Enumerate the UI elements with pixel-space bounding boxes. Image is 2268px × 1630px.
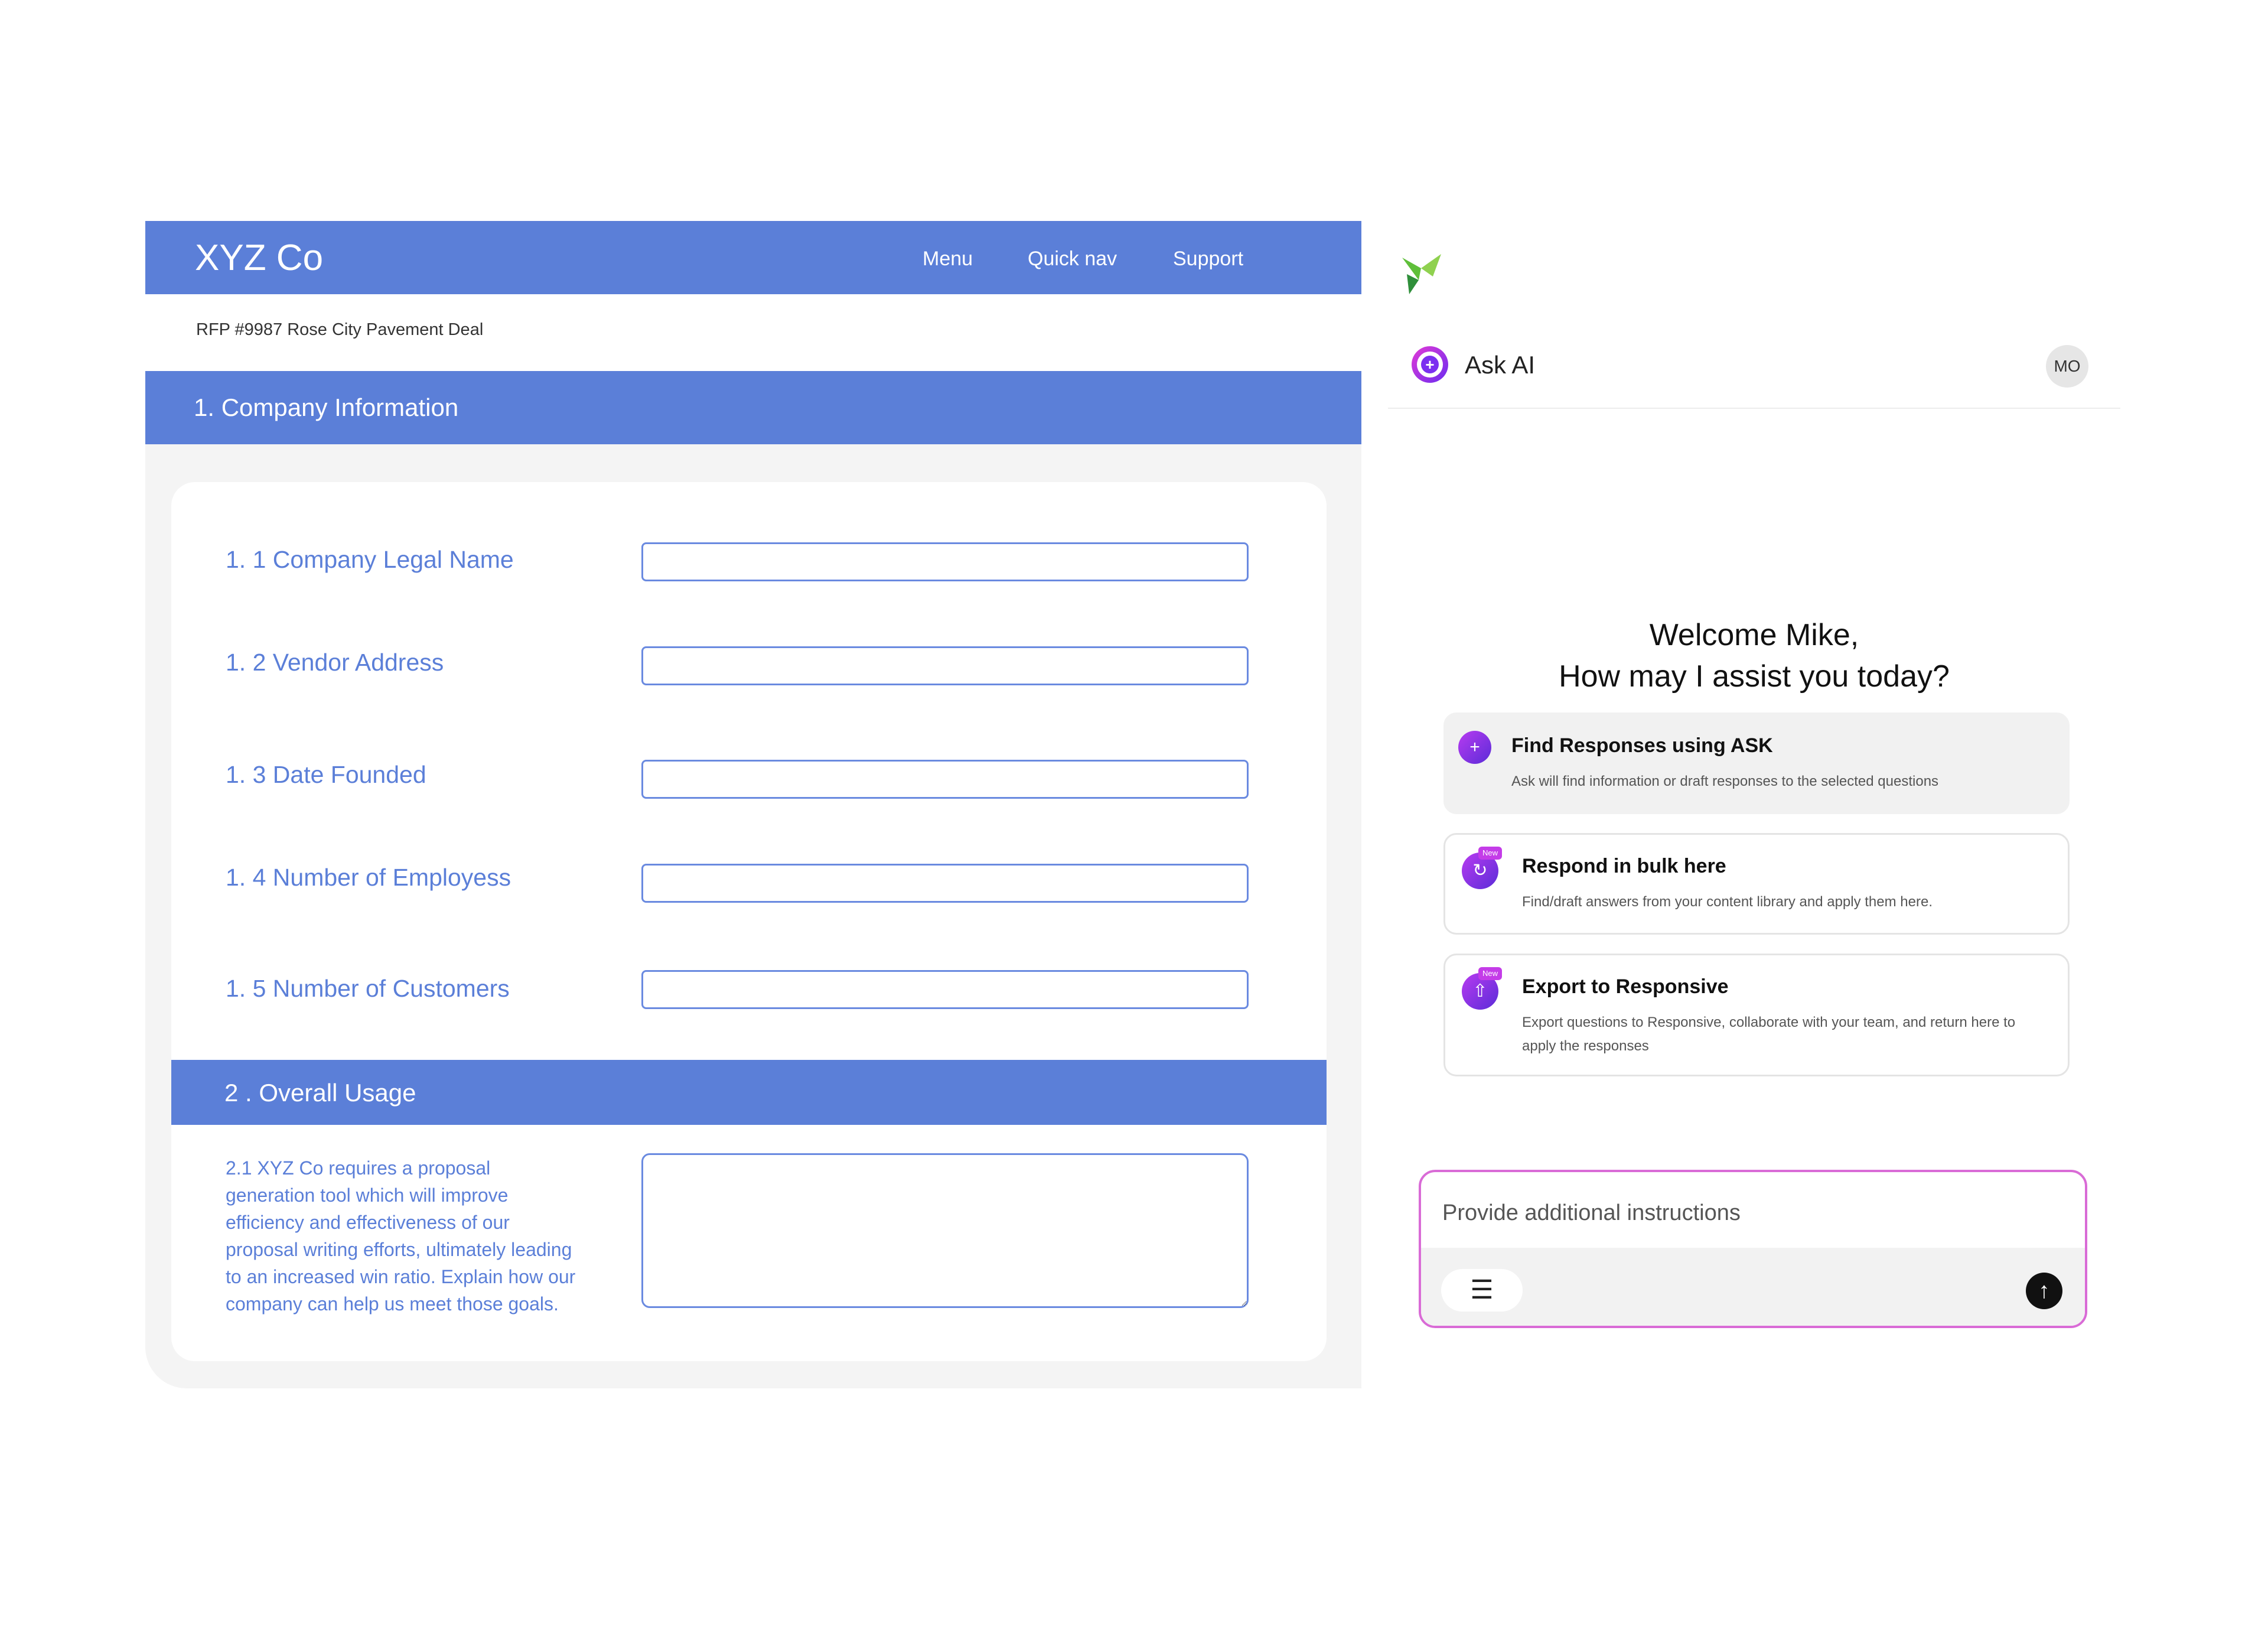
ask-ai-icon: + [1412, 346, 1448, 383]
nav-support-link[interactable]: Support [1173, 247, 1243, 271]
number-of-employees-input[interactable] [641, 864, 1249, 903]
section-overall-usage: 2 . Overall Usage [171, 1060, 1327, 1125]
card-description: Ask will find information or draft respo… [1511, 773, 1939, 789]
card-description: Export questions to Responsive, collabor… [1522, 1014, 2016, 1054]
vendor-address-input[interactable] [641, 646, 1249, 685]
send-arrow-up-icon[interactable]: ↑ [2026, 1273, 2062, 1309]
rfp-subtitle: RFP #9987 Rose City Pavement Deal [196, 320, 484, 339]
find-responses-card[interactable]: + Find Responses using ASK Ask will find… [1443, 712, 2070, 814]
bulk-respond-icon: ↻ New [1462, 847, 1502, 889]
export-to-responsive-card[interactable]: ⇧ New Export to Responsive Export questio… [1443, 954, 2070, 1076]
field-label-number-of-customers: 1. 5 Number of Customers [226, 975, 510, 1002]
sliders-icon[interactable]: ☰ [1441, 1269, 1523, 1312]
rfp-subtitle-bar: RFP #9987 Rose City Pavement Deal [145, 294, 1361, 371]
welcome-message: Welcome Mike, How may I assist you today… [1388, 614, 2120, 697]
field-label-number-of-employees: 1. 4 Number of Employess [226, 864, 511, 891]
nav-quick-nav-link[interactable]: Quick nav [1028, 247, 1117, 271]
company-legal-name-input[interactable] [641, 542, 1249, 581]
section-title: 2 . Overall Usage [224, 1079, 416, 1107]
instructions-placeholder[interactable]: Provide additional instructions [1442, 1200, 1741, 1226]
usage-question-text: 2.1 XYZ Co requires a proposal generatio… [226, 1157, 576, 1315]
user-avatar[interactable]: MO [2046, 345, 2088, 388]
card-title: Export to Responsive [1522, 975, 1729, 998]
instructions-toolbar: ☰ ↑ [1421, 1248, 2085, 1326]
form-card: 1. 1 Company Legal Name 1. 2 Vendor Addr… [171, 482, 1327, 1361]
rfp-header: XYZ Co Menu Quick nav Support [145, 221, 1361, 294]
field-label-vendor-address: 1. 2 Vendor Address [226, 649, 444, 676]
number-of-customers-input[interactable] [641, 970, 1249, 1009]
ask-ai-header: + Ask AI MO [1388, 331, 2120, 409]
new-badge: New [1478, 967, 1502, 980]
ask-plus-icon: + [1458, 731, 1491, 764]
section-company-information: 1. Company Information [145, 371, 1361, 444]
usage-answer-textarea[interactable] [641, 1153, 1249, 1308]
ask-ai-title: Ask AI [1465, 351, 1536, 379]
card-description: Find/draft answers from your content lib… [1522, 894, 1933, 910]
new-badge: New [1478, 847, 1502, 860]
nav-menu-link[interactable]: Menu [923, 247, 973, 271]
card-title: Find Responses using ASK [1511, 734, 1773, 757]
field-label-company-legal-name: 1. 1 Company Legal Name [226, 546, 514, 573]
export-upload-icon: ⇧ New [1462, 967, 1502, 1010]
welcome-line-2: How may I assist you today? [1559, 659, 1950, 694]
brand-name: XYZ Co [195, 237, 324, 278]
field-label-date-founded: 1. 3 Date Founded [226, 761, 426, 788]
instructions-input-box[interactable]: Provide additional instructions ☰ ↑ [1419, 1170, 2087, 1328]
green-leaf-logo-icon [1402, 254, 1441, 294]
rfp-form-panel: XYZ Co Menu Quick nav Support RFP #9987 … [145, 221, 1361, 1388]
section-title: 1. Company Information [194, 393, 459, 421]
welcome-line-1: Welcome Mike, [1649, 618, 1859, 652]
card-title: Respond in bulk here [1522, 855, 1726, 877]
respond-in-bulk-card[interactable]: ↻ New Respond in bulk here Find/draft ans… [1443, 833, 2070, 935]
date-founded-input[interactable] [641, 760, 1249, 799]
